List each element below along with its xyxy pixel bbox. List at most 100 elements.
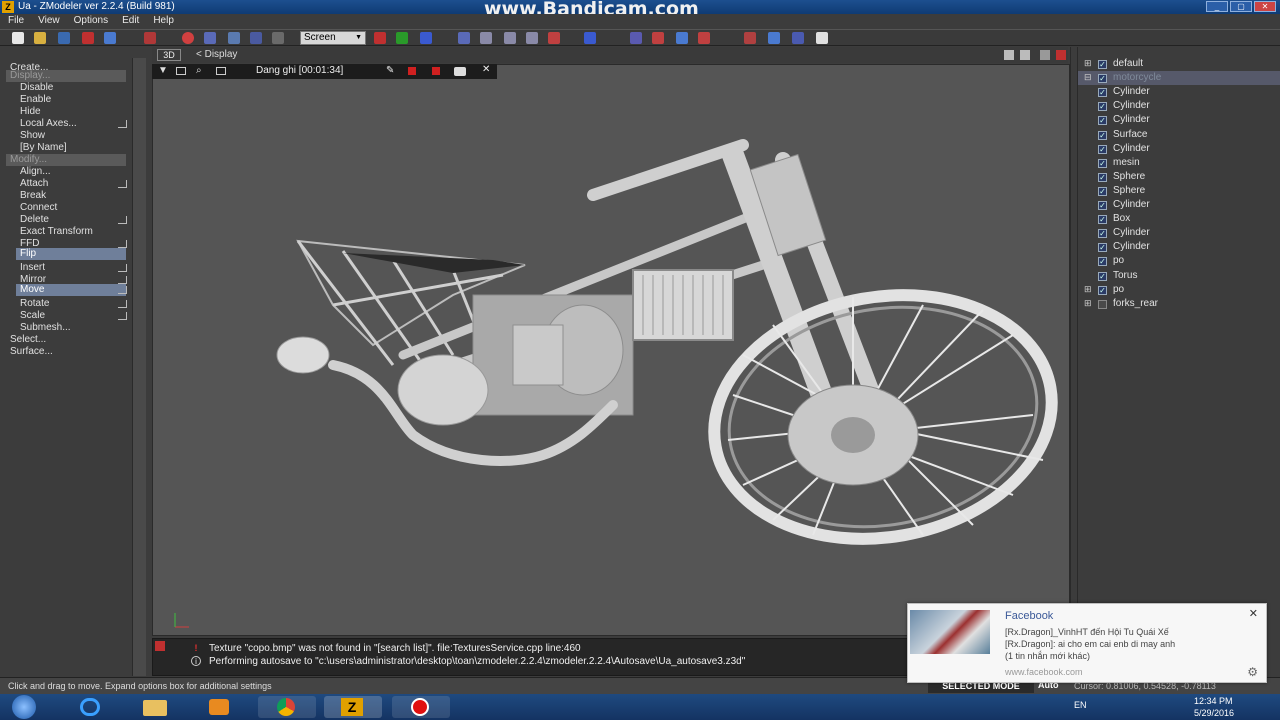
visibility-checkbox[interactable]: ✓ xyxy=(1098,271,1107,281)
zmodeler-app-icon[interactable]: Z xyxy=(2,1,14,13)
command-break[interactable]: Break xyxy=(20,190,46,202)
command-scale[interactable]: Scale xyxy=(20,310,45,322)
scene-node[interactable]: ✓ Torus xyxy=(1078,269,1280,283)
command-disable[interactable]: Disable xyxy=(20,82,53,94)
3d-viewport[interactable] xyxy=(152,64,1070,636)
menu-view[interactable]: View xyxy=(38,14,60,28)
options-box-icon[interactable] xyxy=(118,276,127,284)
visibility-checkbox[interactable]: ✓ xyxy=(1098,243,1107,253)
command-modify[interactable]: Modify... xyxy=(6,154,126,166)
options-box-icon[interactable] xyxy=(118,120,127,128)
maximize-button[interactable]: ▢ xyxy=(1230,1,1252,12)
facebook-notification[interactable]: Facebook [Rx.Dragon]_VinhHT đến Hội Tu Q… xyxy=(907,603,1267,683)
command-connect[interactable]: Connect xyxy=(20,202,57,214)
scene-node[interactable]: ✓ Cylinder xyxy=(1078,85,1280,99)
options-box-icon[interactable] xyxy=(118,216,127,224)
axis-x-icon[interactable] xyxy=(374,32,386,44)
expand-icon[interactable]: ⊞ xyxy=(1084,298,1092,308)
language-indicator[interactable]: EN xyxy=(1074,700,1087,710)
menu-options[interactable]: Options xyxy=(74,14,108,28)
viewport-close-icon[interactable] xyxy=(1056,50,1066,60)
visibility-checkbox[interactable]: ✓ xyxy=(1098,257,1107,267)
command-rotate[interactable]: Rotate xyxy=(20,298,49,310)
coordinate-space-select[interactable]: Screen ▼ xyxy=(300,31,366,45)
visibility-checkbox[interactable]: ✓ xyxy=(1098,144,1107,154)
visibility-checkbox[interactable]: ✓ xyxy=(1098,116,1107,126)
screenshot-camera-icon[interactable] xyxy=(454,67,466,76)
scene-node[interactable]: ✓ Sphere xyxy=(1078,170,1280,184)
expand-icon[interactable]: ⊞ xyxy=(1084,284,1092,294)
window-mode-icon[interactable] xyxy=(176,67,186,75)
visibility-checkbox[interactable]: ✓ xyxy=(1098,74,1107,84)
options-box-icon[interactable] xyxy=(118,240,127,248)
options-box-icon[interactable] xyxy=(118,312,127,320)
visibility-checkbox[interactable]: ✓ xyxy=(1098,201,1107,210)
visibility-checkbox[interactable]: ✓ xyxy=(1098,229,1107,239)
command-display[interactable]: Display... xyxy=(6,70,126,82)
collapse-icon[interactable]: ⊟ xyxy=(1084,73,1092,82)
viewport-mode-tag[interactable]: 3D xyxy=(157,49,181,61)
close-button[interactable]: ✕ xyxy=(1254,1,1276,12)
scene-node[interactable]: ✓ Box xyxy=(1078,212,1280,226)
command-panel-scrollbar[interactable] xyxy=(132,58,146,676)
scene-node[interactable]: ✓ Cylinder xyxy=(1078,240,1280,254)
visibility-checkbox[interactable]: ✓ xyxy=(1098,60,1107,69)
viewport-scrollbar[interactable] xyxy=(1070,47,1076,675)
arrow-up-icon[interactable] xyxy=(584,32,596,44)
clock-time[interactable]: 12:34 PM xyxy=(1194,696,1233,706)
options-box-icon[interactable] xyxy=(118,286,127,294)
select-vertex-icon[interactable] xyxy=(458,32,470,44)
scene-node[interactable]: ✓ po xyxy=(1078,254,1280,268)
visibility-checkbox[interactable]: ✓ xyxy=(1098,186,1107,196)
refresh-icon[interactable] xyxy=(272,32,284,44)
viewport-split-icon[interactable] xyxy=(1020,50,1030,60)
visibility-checkbox[interactable]: ✓ xyxy=(1098,158,1107,168)
zmodeler-taskbar-icon[interactable]: Z xyxy=(324,696,382,718)
axis-z-icon[interactable] xyxy=(420,32,432,44)
bandicam-taskbar-icon[interactable] xyxy=(392,696,450,718)
media-player-icon[interactable] xyxy=(190,696,248,718)
select-edge-icon[interactable] xyxy=(480,32,492,44)
pencil-icon[interactable]: ✎ xyxy=(386,65,394,76)
command-hide[interactable]: Hide xyxy=(20,106,41,118)
stop-icon[interactable] xyxy=(432,67,440,75)
new-file-icon[interactable] xyxy=(12,32,24,44)
log-close-icon[interactable] xyxy=(155,641,165,651)
render-icon[interactable] xyxy=(144,32,156,44)
open-folder-icon[interactable] xyxy=(34,32,46,44)
gear-icon[interactable]: ⚙ xyxy=(1247,665,1258,679)
region-icon[interactable] xyxy=(216,67,226,75)
command-align[interactable]: Align... xyxy=(20,166,51,178)
internet-explorer-icon[interactable] xyxy=(62,696,120,718)
visibility-checkbox[interactable]: ✓ xyxy=(1098,88,1107,98)
command--by-name[interactable]: [By Name] xyxy=(20,142,67,154)
scene-node[interactable]: ✓ Cylinder xyxy=(1078,99,1280,113)
axis-y-icon[interactable] xyxy=(396,32,408,44)
undo-icon[interactable] xyxy=(104,32,116,44)
file-explorer-icon[interactable] xyxy=(126,696,184,718)
scene-node[interactable]: ⊞ forks_rear xyxy=(1078,297,1280,311)
scene-node[interactable]: ⊞ ✓ po xyxy=(1078,283,1280,297)
command-delete[interactable]: Delete xyxy=(20,214,49,226)
command-flip[interactable]: Flip xyxy=(16,248,126,260)
scene-node[interactable]: ✓ Surface xyxy=(1078,128,1280,142)
command-exact-transform[interactable]: Exact Transform xyxy=(20,226,93,238)
scene-node[interactable]: ✓ Cylinder xyxy=(1078,113,1280,127)
command-local-axes[interactable]: Local Axes... xyxy=(20,118,77,130)
command-select[interactable]: Select... xyxy=(10,334,46,346)
grid-icon[interactable] xyxy=(204,32,216,44)
select-face-icon[interactable] xyxy=(504,32,516,44)
scene-node[interactable]: ⊞ ✓ default xyxy=(1078,57,1280,71)
scene-node[interactable]: ✓ Cylinder xyxy=(1078,198,1280,212)
scene-node[interactable]: ✓ mesin xyxy=(1078,156,1280,170)
magnet-icon[interactable] xyxy=(652,32,664,44)
pause-icon[interactable] xyxy=(408,67,416,75)
visibility-checkbox[interactable]: ✓ xyxy=(1098,102,1107,112)
start-button[interactable] xyxy=(12,695,36,719)
menu-edit[interactable]: Edit xyxy=(122,14,139,28)
clock-date[interactable]: 5/29/2016 xyxy=(1194,708,1234,718)
viewport-minimize-icon[interactable] xyxy=(1040,50,1050,60)
scene-node[interactable]: ✓ Cylinder xyxy=(1078,142,1280,156)
command-show[interactable]: Show xyxy=(20,130,45,142)
command-attach[interactable]: Attach xyxy=(20,178,48,190)
